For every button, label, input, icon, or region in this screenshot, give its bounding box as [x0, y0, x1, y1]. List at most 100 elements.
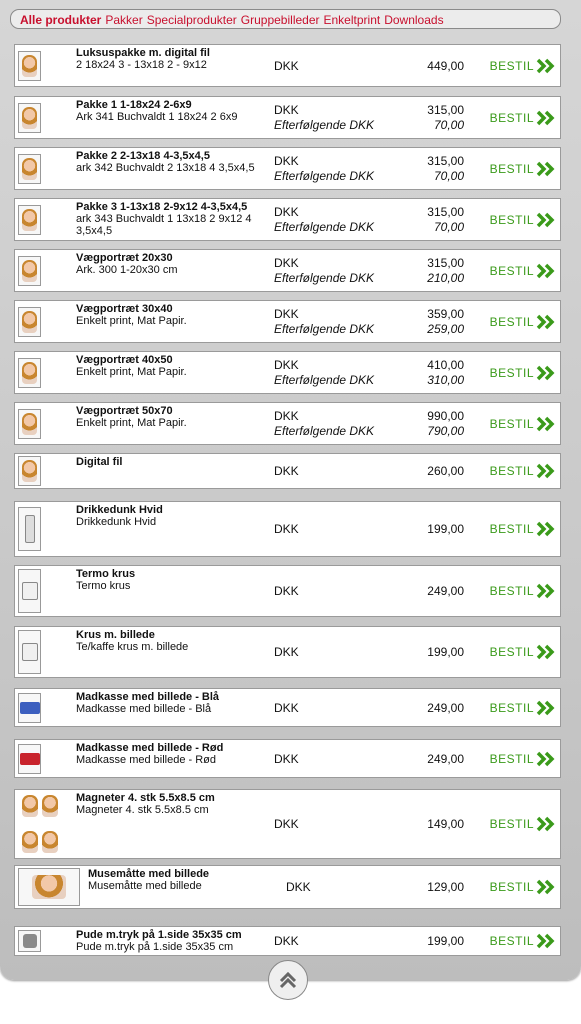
currency: DKK: [274, 464, 299, 478]
magnets-icon[interactable]: [18, 795, 62, 853]
nav-item-5[interactable]: Downloads: [384, 13, 443, 27]
order-button[interactable]: BESTIL: [490, 521, 556, 537]
product-row: Luksuspakke m. digital fil 2 18x24 3 - 13…: [14, 44, 561, 87]
portrait-icon[interactable]: [18, 357, 41, 388]
order-button[interactable]: BESTIL: [490, 816, 556, 832]
price: 990,00 790,00: [427, 409, 464, 439]
product-title: Pakke 2 2-13x18 4-3,5x4,5: [76, 150, 210, 162]
mousepad-icon[interactable]: [18, 868, 80, 906]
lunchbox-red-icon[interactable]: [18, 743, 41, 774]
product-description: Termo krus: [76, 580, 131, 592]
currency: DKK: [274, 153, 299, 168]
product-row: Pakke 1 1-18x24 2-6x9 Ark 341 Buchvaldt 1…: [14, 96, 561, 139]
currency-label: DKK Efterfølgende DKK: [274, 205, 374, 235]
product-description: Enkelt print, Mat Papir.: [76, 315, 187, 327]
price-value: 359,00: [427, 306, 464, 321]
currency-label: DKK Efterfølgende DKK: [274, 307, 374, 337]
currency: DKK: [274, 408, 299, 423]
portrait-icon[interactable]: [18, 306, 41, 337]
product-description: Te/kaffe krus m. billede: [76, 641, 189, 653]
order-label: BESTIL: [489, 110, 534, 125]
currency: DKK: [274, 817, 299, 831]
order-button[interactable]: BESTIL: [490, 700, 556, 716]
currency-label: DKK: [274, 584, 299, 599]
product-title: Termo krus: [76, 568, 136, 580]
order-button[interactable]: BESTIL: [490, 644, 556, 660]
order-button[interactable]: BESTIL: [490, 212, 556, 228]
product-row: Pude m.tryk på 1.side 35x35 cm Pude m.try…: [14, 926, 561, 956]
product-title: Vægportræt 50x70: [76, 405, 173, 417]
double-chevron-right-icon: [536, 933, 555, 949]
order-button[interactable]: BESTIL: [490, 314, 556, 330]
product-title: Drikkedunk Hvid: [76, 504, 163, 516]
order-button[interactable]: BESTIL: [490, 751, 556, 767]
currency: DKK: [274, 255, 299, 270]
portrait-icon[interactable]: [18, 50, 41, 81]
order-button[interactable]: BESTIL: [490, 365, 556, 381]
price-value: 315,00: [427, 102, 464, 117]
currency-label: DKK: [274, 464, 299, 479]
currency: DKK: [274, 522, 299, 536]
product-description: 2 18x24 3 - 13x18 2 - 9x12: [76, 59, 207, 71]
price-value: 249,00: [427, 700, 464, 715]
nav-item-0[interactable]: Alle produkter: [20, 13, 101, 27]
order-label: BESTIL: [489, 817, 534, 831]
price-value: 449,00: [427, 58, 464, 73]
currency: DKK: [274, 204, 299, 219]
order-label: BESTIL: [489, 58, 534, 73]
product-row: Musemåtte med billede Musemåtte med bille…: [14, 865, 561, 909]
order-button[interactable]: BESTIL: [490, 58, 556, 74]
nav-item-4[interactable]: Enkeltprint: [324, 13, 381, 27]
order-button[interactable]: BESTIL: [490, 110, 556, 126]
thermo-mug-icon[interactable]: [18, 569, 41, 613]
bottle-icon[interactable]: [18, 507, 41, 551]
lunchbox-blue-icon[interactable]: [18, 692, 41, 723]
product-description: Madkasse med billede - Blå: [76, 703, 212, 715]
order-button[interactable]: BESTIL: [490, 263, 556, 279]
price: 315,00 210,00: [427, 256, 464, 286]
product-row: Vægportræt 50x70 Enkelt print, Mat Papir.…: [14, 402, 561, 445]
price: 359,00 259,00: [427, 307, 464, 337]
order-button[interactable]: BESTIL: [490, 463, 556, 479]
currency: DKK: [274, 645, 299, 659]
scroll-top-button[interactable]: [268, 960, 308, 1000]
order-button[interactable]: BESTIL: [490, 416, 556, 432]
order-button[interactable]: BESTIL: [490, 161, 556, 177]
double-chevron-right-icon: [536, 521, 555, 537]
product-row: Pakke 2 2-13x18 4-3,5x4,5 ark 342 Buchval…: [14, 147, 561, 190]
price: 449,00: [427, 59, 464, 74]
portrait-icon[interactable]: [18, 255, 41, 286]
order-button[interactable]: BESTIL: [490, 879, 556, 895]
currency-label: DKK Efterfølgende DKK: [274, 103, 374, 133]
mug-icon[interactable]: [18, 630, 41, 674]
portrait-icon[interactable]: [18, 456, 41, 486]
product-title: Digital fil: [76, 456, 123, 468]
product-row: Krus m. billede Te/kaffe krus m. billede D…: [14, 626, 561, 678]
order-button[interactable]: BESTIL: [490, 933, 556, 949]
portrait-icon[interactable]: [18, 102, 41, 133]
price: 199,00: [427, 522, 464, 537]
product-title: Madkasse med billede - Blå: [76, 691, 220, 703]
category-nav: Alle produkter Pakker Specialprodukter Grup…: [10, 9, 561, 29]
product-title: Madkasse med billede - Rød: [76, 742, 224, 754]
product-description: Magneter 4. stk 5.5x8.5 cm: [76, 804, 209, 816]
nav-item-2[interactable]: Specialprodukter: [147, 13, 237, 27]
product-row: Vægportræt 30x40 Enkelt print, Mat Papir.…: [14, 300, 561, 343]
portrait-icon[interactable]: [18, 408, 41, 439]
order-label: BESTIL: [489, 416, 534, 431]
product-row: Termo krus Termo krus DKK 249,00 BESTIL: [14, 565, 561, 617]
price: 315,00 70,00: [427, 205, 464, 235]
nav-item-1[interactable]: Pakker: [105, 13, 142, 27]
portrait-icon[interactable]: [18, 204, 41, 235]
nav-item-3[interactable]: Gruppebilleder: [241, 13, 320, 27]
product-row: Digital fil DKK 260,00 BESTIL: [14, 453, 561, 489]
currency: DKK: [274, 58, 299, 73]
portrait-icon[interactable]: [18, 153, 41, 184]
follow-up-label: Efterfølgende DKK: [274, 168, 375, 183]
product-description: Musemåtte med billede: [88, 880, 202, 892]
pillow-icon[interactable]: [18, 930, 41, 952]
product-description: Enkelt print, Mat Papir.: [76, 366, 187, 378]
order-button[interactable]: BESTIL: [490, 583, 556, 599]
follow-up-price: 70,00: [433, 168, 464, 183]
order-label: BESTIL: [489, 161, 534, 176]
